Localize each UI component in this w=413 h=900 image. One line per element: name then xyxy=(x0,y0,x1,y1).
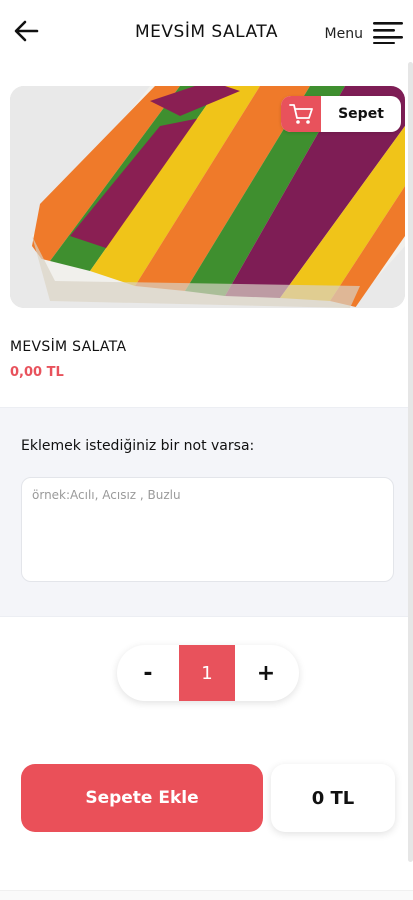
note-section: Eklemek istediğiniz bir not varsa: xyxy=(0,407,413,617)
cart-icon xyxy=(289,104,313,124)
product-name: MEVSİM SALATA xyxy=(10,339,127,355)
quantity-stepper: - 1 + xyxy=(117,645,299,701)
increase-button[interactable]: + xyxy=(235,645,297,701)
note-label: Eklemek istediğiniz bir not varsa: xyxy=(21,438,255,454)
menu-label: Menu xyxy=(324,26,363,42)
cart-icon-box xyxy=(281,96,321,132)
add-to-cart-button[interactable]: Sepete Ekle xyxy=(21,764,263,832)
decrease-button[interactable]: - xyxy=(117,645,179,701)
cart-label: Sepet xyxy=(338,106,384,122)
total-price: 0 TL xyxy=(271,764,395,832)
product-detail-page: MEVSİM SALATA Menu Sepet MEVSİM SALATA 0… xyxy=(0,0,413,900)
footer-divider xyxy=(0,890,413,900)
product-price: 0,00 TL xyxy=(10,365,64,380)
scrollbar[interactable] xyxy=(408,62,413,862)
header: MEVSİM SALATA Menu xyxy=(0,0,413,68)
cart-button[interactable]: Sepet xyxy=(281,96,401,132)
menu-button[interactable]: Menu xyxy=(325,20,403,44)
hamburger-icon xyxy=(373,22,403,44)
note-input[interactable] xyxy=(21,477,394,582)
quantity-value: 1 xyxy=(179,645,235,701)
